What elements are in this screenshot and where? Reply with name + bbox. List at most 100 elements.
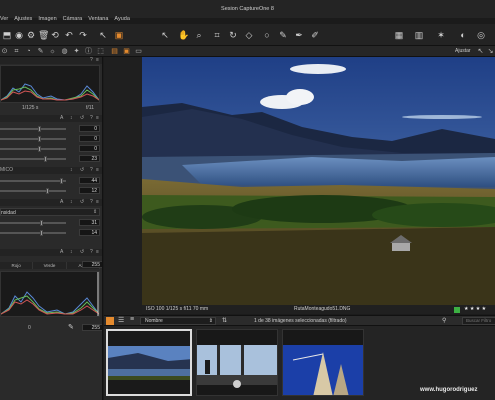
thumbnail-view-icon[interactable]: [106, 317, 114, 325]
crop-tab-icon[interactable]: ⌗: [12, 47, 21, 56]
eraser-tool-icon[interactable]: ✐: [310, 30, 320, 40]
saturation-value[interactable]: 23: [79, 155, 100, 162]
slider-knob[interactable]: [40, 230, 43, 236]
exposure-tab-icon[interactable]: ☼: [48, 47, 57, 56]
brightness-value[interactable]: 0: [79, 145, 100, 152]
highlight-value[interactable]: 44: [79, 177, 100, 184]
shadow-slider[interactable]: 12: [0, 187, 102, 195]
help-icon[interactable]: ?: [90, 199, 93, 205]
apply-adjustments-icon[interactable]: ▣: [114, 30, 124, 40]
copy-adjustments-icon[interactable]: ↖: [98, 30, 108, 40]
exposure-warning-icon[interactable]: ◐: [458, 30, 468, 40]
copy-icon[interactable]: ↕: [70, 115, 73, 121]
menu-ventana[interactable]: Ventana: [88, 16, 114, 22]
contrast-value[interactable]: 0: [79, 135, 100, 142]
menu-imagen[interactable]: Imagen: [38, 16, 62, 22]
levels-top-value[interactable]: 255: [82, 261, 102, 268]
structure-slider[interactable]: 14: [0, 229, 102, 237]
metadata-tab-icon[interactable]: ⓘ: [84, 47, 93, 56]
levels-input-low[interactable]: 0: [28, 325, 31, 331]
list-view-icon[interactable]: ☰: [118, 316, 124, 324]
ellipse-tool-icon[interactable]: ○: [262, 30, 272, 40]
help-icon[interactable]: ?: [90, 57, 93, 63]
auto-icon[interactable]: A: [60, 115, 63, 121]
viewer-layout-icon[interactable]: ▭: [134, 47, 143, 56]
reset-icon[interactable]: ↺: [80, 167, 84, 173]
slider-knob[interactable]: [44, 156, 47, 162]
keystone-tool-icon[interactable]: ◇: [244, 30, 254, 40]
trash-icon[interactable]: 🗑: [38, 30, 49, 40]
proof-icon[interactable]: ✶: [436, 30, 446, 40]
process-icon[interactable]: ⚙: [26, 30, 36, 40]
tab-red[interactable]: Rojo: [0, 262, 34, 269]
copy-icon[interactable]: ↕: [70, 199, 73, 205]
auto-icon[interactable]: A: [60, 249, 63, 255]
pan-tool-icon[interactable]: ✋: [178, 30, 189, 40]
exposure-slider[interactable]: 0: [0, 125, 102, 133]
more-icon[interactable]: ≡: [96, 249, 99, 255]
rotate-tool-icon[interactable]: ↻: [228, 30, 238, 40]
shadow-value[interactable]: 12: [79, 187, 100, 194]
levels-input-high[interactable]: 255: [82, 324, 102, 331]
zoom-tool-icon[interactable]: ⌕: [194, 30, 204, 40]
more-icon[interactable]: ≡: [96, 167, 99, 173]
sort-direction-icon[interactable]: ⇅: [222, 317, 227, 324]
adjust-copy-icon[interactable]: ↖: [476, 47, 485, 56]
image-viewer[interactable]: [142, 57, 495, 305]
slider-knob[interactable]: [60, 178, 63, 184]
slider-knob[interactable]: [38, 126, 41, 132]
details-tab-icon[interactable]: ◍: [60, 47, 69, 56]
sort-select[interactable]: Nombre ⇕: [140, 317, 216, 325]
help-icon[interactable]: ?: [90, 167, 93, 173]
filmstrip-view-icon[interactable]: ≡: [130, 316, 134, 323]
highlight-slider[interactable]: 44: [0, 177, 102, 185]
auto-icon[interactable]: A: [60, 199, 63, 205]
slider-knob[interactable]: [38, 136, 41, 142]
output-tab-icon[interactable]: ⬚: [96, 47, 105, 56]
pointer-tool-icon[interactable]: ↖: [160, 30, 170, 40]
eyedropper-icon[interactable]: ✎: [68, 323, 74, 331]
exposure-value[interactable]: 0: [79, 125, 100, 132]
contrast-slider[interactable]: 0: [0, 135, 102, 143]
reset-icon[interactable]: ↺: [80, 199, 84, 205]
pick-tool-icon[interactable]: ✒: [294, 30, 304, 40]
compare-icon[interactable]: ▥: [414, 30, 424, 40]
more-icon[interactable]: ≡: [96, 199, 99, 205]
focus-mask-icon[interactable]: ◎: [476, 30, 486, 40]
thumbnail-selected[interactable]: [106, 329, 192, 396]
menu-camara[interactable]: Cámara: [63, 16, 89, 22]
redo-icon[interactable]: ↷: [78, 30, 88, 40]
more-icon[interactable]: ≡: [96, 57, 99, 63]
lens-tab-icon[interactable]: ◔: [24, 47, 33, 56]
adjust-apply-icon[interactable]: ↘: [486, 47, 495, 56]
thumbnail-item[interactable]: [282, 329, 364, 396]
clarity-value[interactable]: 31: [79, 219, 100, 226]
library-tab-icon[interactable]: ⊙: [0, 47, 9, 56]
copy-icon[interactable]: ↕: [70, 167, 73, 173]
slider-knob[interactable]: [40, 220, 43, 226]
tab-green[interactable]: Verde: [33, 262, 67, 269]
crop-tool-icon[interactable]: ⌗: [212, 30, 222, 40]
slider-knob[interactable]: [38, 146, 41, 152]
filter-icon[interactable]: ⚲: [442, 317, 446, 324]
help-icon[interactable]: ?: [90, 115, 93, 121]
menu-ajustes[interactable]: Ajustes: [14, 16, 38, 22]
adjustments-tab-icon[interactable]: ✦: [72, 47, 81, 56]
reset-icon[interactable]: ⟲: [50, 30, 60, 40]
thumbnail-item[interactable]: [196, 329, 278, 396]
brush-tool-icon[interactable]: ✎: [278, 30, 288, 40]
search-input[interactable]: Buscar Filtro: [462, 317, 495, 325]
reset-icon[interactable]: ↺: [80, 249, 84, 255]
menu-ayuda[interactable]: Ayuda: [114, 16, 136, 22]
clarity-slider[interactable]: 31: [0, 219, 102, 227]
grid-view-icon[interactable]: ▦: [394, 30, 404, 40]
more-icon[interactable]: ≡: [96, 115, 99, 121]
clarity-method-select[interactable]: nsidad ⇕: [0, 208, 100, 216]
menu-ver[interactable]: Ver: [0, 16, 14, 22]
copy-icon[interactable]: ↕: [70, 249, 73, 255]
color-tab-icon[interactable]: ✎: [36, 47, 45, 56]
color-tag[interactable]: [454, 307, 460, 313]
saturation-slider[interactable]: 23: [0, 155, 102, 163]
slider-knob[interactable]: [46, 188, 49, 194]
star-rating[interactable]: ★ ★ ★ ★: [464, 306, 486, 312]
